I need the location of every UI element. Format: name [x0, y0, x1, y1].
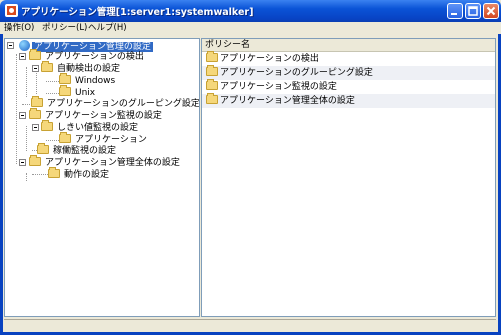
folder-icon: [59, 85, 71, 96]
column-header-label: ポリシー名: [205, 40, 251, 50]
list-item[interactable]: アプリケーション管理全体の設定: [202, 93, 495, 108]
folder-icon: [29, 49, 41, 60]
maximize-button[interactable]: [465, 3, 481, 19]
folder-icon: [37, 143, 49, 154]
tree-node-behavior[interactable]: 動作の設定: [48, 167, 111, 181]
menu-help[interactable]: ヘルプ(H): [88, 22, 127, 34]
list-item[interactable]: アプリケーションの検出: [202, 51, 495, 66]
tree-node-windows[interactable]: Windows: [59, 73, 117, 87]
policy-tree[interactable]: アプリケーション管理の設定 アプリケーションの検出 自動検出の設定 Window…: [4, 38, 200, 317]
tree-node-operation-monitor[interactable]: 稼働監視の設定: [37, 143, 118, 157]
tree-node-label: Windows: [75, 76, 116, 86]
folder-icon: [59, 73, 71, 84]
menu-operation[interactable]: 操作(O): [4, 22, 34, 34]
minimize-icon: [451, 13, 457, 15]
tree-node-grouping[interactable]: アプリケーションのグルーピング設定: [31, 96, 200, 110]
tree-node-label: しきい値監視の設定: [57, 123, 139, 133]
folder-icon: [206, 65, 218, 76]
folder-icon: [31, 96, 43, 107]
globe-icon: [19, 40, 30, 51]
folder-icon: [41, 61, 53, 72]
list-item-label: アプリケーションのグルーピング設定: [220, 68, 373, 78]
folder-icon: [206, 79, 218, 90]
column-header-policy-name[interactable]: ポリシー名: [202, 39, 495, 52]
folder-icon: [206, 93, 218, 104]
tree-node-label: 稼働監視の設定: [53, 146, 117, 156]
folder-icon: [29, 155, 41, 166]
list-item[interactable]: アプリケーション監視の設定: [202, 79, 495, 94]
tree-node-label: アプリケーション管理全体の設定: [45, 158, 180, 168]
close-icon: [486, 6, 496, 16]
collapse-icon[interactable]: [7, 42, 14, 49]
menu-bar: 操作(O) ポリシー(L) ヘルプ(H): [0, 22, 501, 34]
collapse-icon[interactable]: [32, 65, 39, 72]
list-item-label: アプリケーション管理全体の設定: [220, 96, 355, 106]
folder-icon: [41, 120, 53, 131]
app-icon: [5, 4, 18, 17]
collapse-icon[interactable]: [19, 53, 26, 60]
list-item[interactable]: アプリケーションのグルーピング設定: [202, 65, 495, 80]
title-bar[interactable]: アプリケーション管理[1:server1:systemwalker]: [0, 0, 501, 22]
maximize-icon: [468, 6, 478, 16]
list-item-label: アプリケーションの検出: [220, 54, 319, 64]
folder-icon: [59, 132, 71, 143]
tree-node-label: アプリケーション監視の設定: [45, 111, 162, 121]
minimize-button[interactable]: [447, 3, 463, 19]
tree-node-label: アプリケーションの検出: [45, 52, 144, 62]
tree-node-label: Unix: [75, 88, 96, 98]
list-item-label: アプリケーション監視の設定: [220, 82, 337, 92]
collapse-icon[interactable]: [19, 159, 26, 166]
policy-list[interactable]: ポリシー名 アプリケーションの検出 アプリケーションのグルーピング設定 アプリケ…: [201, 38, 496, 317]
folder-icon: [206, 51, 218, 62]
menu-policy[interactable]: ポリシー(L): [42, 22, 87, 34]
collapse-icon[interactable]: [32, 124, 39, 131]
tree-node-label: アプリケーション: [75, 135, 147, 145]
status-bar: [4, 319, 496, 332]
window-title: アプリケーション管理[1:server1:systemwalker]: [21, 7, 254, 18]
folder-icon: [48, 167, 60, 178]
tree-node-label: アプリケーションのグルーピング設定: [47, 99, 200, 109]
folder-icon: [29, 108, 41, 119]
close-button[interactable]: [483, 3, 499, 19]
collapse-icon[interactable]: [19, 112, 26, 119]
tree-node-label: 動作の設定: [64, 170, 110, 180]
